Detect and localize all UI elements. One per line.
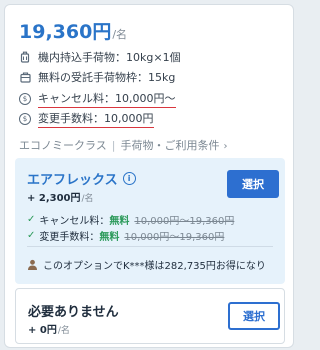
option-airflex[interactable]: エアフレックス i + 2,300円/名 選択 ✓ キャンセル料： 無料 10,00…	[15, 158, 285, 284]
select-none-button[interactable]: 選択	[228, 302, 280, 330]
feature-checked-bag: 無料の受託手荷物枠：15kg	[19, 69, 175, 85]
option-airflex-add-price: + 2,300円	[27, 193, 81, 204]
fare-price-unit: /名	[112, 28, 128, 41]
carry-on-bag-icon	[19, 51, 31, 63]
checked-bag-icon	[19, 71, 31, 83]
fare-price: 19,360円/名	[19, 17, 127, 44]
option-divider	[27, 246, 273, 247]
checkmark-icon: ✓	[27, 214, 36, 225]
feature-change-fee-text: 変更手数料：10,000円	[38, 110, 154, 128]
option-airflex-price: + 2,300円/名	[27, 189, 94, 204]
dollar-circle-icon: $	[19, 93, 31, 105]
cabin-class-label: エコノミークラス	[19, 139, 107, 152]
perk-change-old-price: 10,000円〜19,360円	[124, 232, 225, 243]
perk-change-fee: ✓ 変更手数料： 無料 10,000円〜19,360円	[27, 228, 224, 243]
fare-card: 19,360円/名 機内持込手荷物：10kg×1個 無料の受託手荷物枠：15kg…	[4, 4, 294, 348]
fare-class-row: エコノミークラス | 手荷物・ご利用条件 ›	[19, 137, 228, 153]
option-airflex-unit: /名	[81, 194, 94, 204]
select-airflex-button[interactable]: 選択	[227, 170, 279, 198]
perk-change-free: 無料	[99, 232, 120, 243]
checkmark-icon: ✓	[27, 230, 36, 241]
feature-checked-bag-text: 無料の受託手荷物枠：15kg	[38, 71, 176, 84]
option-none-unit: /名	[57, 326, 70, 336]
option-none-name: 必要ありません	[28, 305, 119, 320]
option-airflex-title: エアフレックス i	[27, 169, 136, 188]
option-airflex-promo-text: このオプションでK***様は282,735円お得になり	[43, 261, 266, 272]
feature-cancel-fee-text: キャンセル料：10,000円〜	[38, 90, 176, 108]
option-none[interactable]: 必要ありません + 0円/名 選択	[15, 288, 285, 344]
feature-carry-on: 機内持込手荷物：10kg×1個	[19, 49, 181, 65]
feature-carry-on-text: 機内持込手荷物：10kg×1個	[38, 51, 181, 64]
fare-price-amount: 19,360円	[19, 21, 112, 43]
perk-cancel-free: 無料	[109, 216, 130, 227]
class-row-separator: |	[111, 139, 116, 152]
dollar-circle-icon: $	[19, 113, 31, 125]
perk-cancel-label: キャンセル料：	[39, 216, 110, 227]
perk-cancel-fee: ✓ キャンセル料： 無料 10,000円〜19,360円	[27, 212, 234, 227]
baggage-conditions-link[interactable]: 手荷物・ご利用条件	[121, 139, 220, 152]
chevron-right-icon: ›	[223, 141, 228, 152]
perk-cancel-old-price: 10,000円〜19,360円	[134, 216, 235, 227]
feature-change-fee: $ 変更手数料：10,000円	[19, 110, 154, 128]
person-icon	[27, 259, 38, 270]
option-none-add-price: + 0円	[28, 325, 57, 336]
perk-change-label: 変更手数料：	[39, 232, 100, 243]
info-icon[interactable]: i	[122, 172, 136, 185]
feature-cancel-fee: $ キャンセル料：10,000円〜	[19, 90, 176, 108]
option-airflex-promo: このオプションでK***様は282,735円お得になり	[27, 257, 266, 272]
option-none-price: + 0円/名	[28, 321, 70, 336]
option-airflex-name: エアフレックス	[27, 173, 118, 188]
